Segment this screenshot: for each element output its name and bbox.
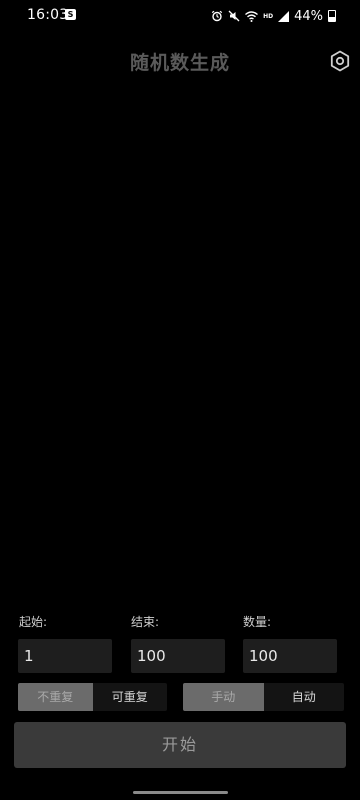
- count-label: 数量:: [243, 615, 272, 629]
- status-bar: 16:03 S HD 44%: [0, 0, 360, 32]
- battery-icon: [328, 10, 336, 22]
- signal-icon: [278, 10, 290, 22]
- end-label: 结束:: [131, 615, 160, 629]
- no-repeat-option[interactable]: 不重复: [18, 683, 93, 711]
- notification-icon: S: [65, 9, 76, 20]
- start-input[interactable]: 1: [18, 639, 112, 673]
- start-label: 起始:: [19, 615, 48, 629]
- allow-repeat-option[interactable]: 可重复: [93, 683, 168, 711]
- end-input[interactable]: 100: [131, 639, 225, 673]
- wifi-icon: [245, 10, 259, 22]
- status-icons: HD 44%: [211, 6, 336, 26]
- status-time: 16:03: [27, 7, 69, 23]
- gear-icon[interactable]: [329, 50, 351, 72]
- count-input[interactable]: 100: [243, 639, 337, 673]
- manual-option[interactable]: 手动: [183, 683, 264, 711]
- network-type-label: HD: [263, 12, 274, 20]
- alarm-icon: [211, 10, 223, 22]
- repeat-toggle: 不重复 可重复: [18, 683, 167, 711]
- page-title: 随机数生成: [129, 52, 230, 74]
- mute-icon: [228, 10, 240, 22]
- battery-percent: 44%: [294, 8, 323, 24]
- mode-toggle: 手动 自动: [183, 683, 344, 711]
- auto-option[interactable]: 自动: [264, 683, 345, 711]
- home-indicator[interactable]: [133, 791, 228, 794]
- start-button[interactable]: 开始: [14, 722, 346, 768]
